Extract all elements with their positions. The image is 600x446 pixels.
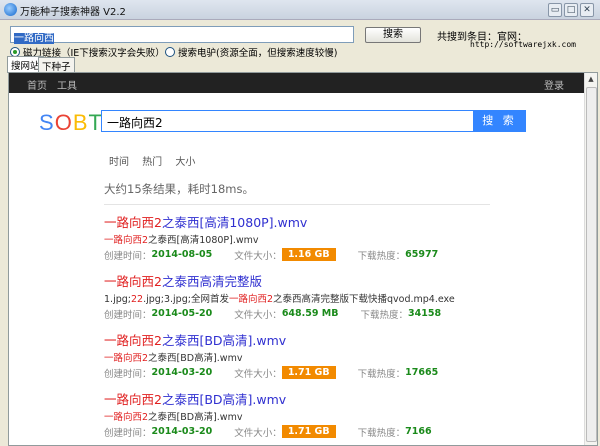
heat-label: 下载热度： bbox=[360, 309, 408, 321]
heat-label: 下载热度： bbox=[357, 427, 406, 439]
scroll-thumb[interactable] bbox=[586, 87, 597, 442]
result-item: 一路向西2之泰西[BD高清].wmv 一路向西2之泰西[BD高清].wmv 创建时间… bbox=[104, 330, 524, 380]
logo-letter: S bbox=[39, 110, 55, 135]
result-description: 一路向西2之泰西[BD高清].wmv bbox=[104, 350, 524, 364]
title-segment: 之泰西[BD高清].wmv bbox=[161, 333, 287, 348]
description-segment: 一路向西2 bbox=[104, 235, 149, 246]
result-meta: 创建时间： 2014-03-20 文件大小： 1.71 GB 下载热度： 7166 bbox=[104, 424, 524, 439]
official-site-link[interactable]: http://softwarejxk.com bbox=[470, 40, 576, 49]
created-label: 创建时间： bbox=[104, 368, 152, 380]
keyword-value: 一路向西 bbox=[14, 33, 54, 44]
maximize-button[interactable]: □ bbox=[564, 3, 578, 17]
result-meta: 创建时间： 2014-08-05 文件大小： 1.16 GB 下载热度： 65977 bbox=[104, 247, 524, 262]
result-meta: 创建时间： 2014-03-20 文件大小： 1.71 GB 下载热度： 17665 bbox=[104, 365, 524, 380]
sort-filters: 时间 热门 大小 bbox=[109, 153, 205, 168]
size-label: 文件大小： bbox=[234, 250, 282, 262]
filter-hot[interactable]: 热门 bbox=[142, 157, 162, 168]
description-segment: 之泰西高清完整版下载快播qvod.mp4.exe bbox=[273, 294, 455, 305]
window-title: 万能种子搜索神器 V2.2 bbox=[20, 7, 126, 18]
description-segment: 22 bbox=[130, 294, 144, 305]
created-label: 创建时间： bbox=[104, 250, 152, 262]
radio-label: 搜索电驴(资源全面，但搜索速度较慢) bbox=[178, 48, 338, 59]
title-segment: 之泰西高清完整版 bbox=[161, 274, 262, 289]
created-label: 创建时间： bbox=[104, 427, 152, 439]
scrollbar[interactable]: ▲ bbox=[584, 73, 597, 445]
app-icon bbox=[4, 3, 17, 16]
filter-time[interactable]: 时间 bbox=[109, 157, 129, 168]
result-item: 一路向西2之泰西高清完整版 1.jpg;22.jpg;3.jpg;全网首发一路向西… bbox=[104, 271, 524, 321]
description-segment: 之泰西[BD高清].wmv bbox=[148, 412, 243, 423]
keyword-input[interactable]: 一路向西 bbox=[10, 26, 354, 44]
nav-home[interactable]: 首页 bbox=[27, 77, 47, 92]
divider bbox=[104, 204, 490, 205]
radio-icon bbox=[165, 47, 175, 57]
description-segment: 一路向西2 bbox=[104, 353, 149, 364]
site-search-button[interactable]: 搜 索 bbox=[473, 110, 526, 132]
title-bar: 万能种子搜索神器 V2.2 ▭ □ ✕ bbox=[0, 0, 600, 20]
web-view: 首页 工具 登录 ▲ SOBT 一路向西2 搜 索 时间 热门 大小 大约15条… bbox=[8, 72, 598, 446]
mode-edonkey-radio[interactable]: 搜索电驴(资源全面，但搜索速度较慢) bbox=[165, 45, 337, 59]
created-label: 创建时间： bbox=[104, 309, 152, 321]
sobt-logo[interactable]: SOBT bbox=[39, 110, 103, 136]
download-heat: 34158 bbox=[408, 308, 442, 319]
description-segment: 1.jpg; bbox=[104, 294, 131, 305]
title-segment: 之泰西[高清1080P].wmv bbox=[161, 215, 308, 230]
title-segment: 一路向西2 bbox=[104, 333, 162, 348]
tab-download-torrent[interactable]: 下种子 bbox=[38, 57, 75, 73]
download-heat: 17665 bbox=[405, 367, 439, 378]
file-size: 1.16 GB bbox=[281, 248, 336, 261]
result-item: 一路向西2之泰西[BD高清].wmv 一路向西2之泰西[BD高清].wmv 创建时间… bbox=[104, 389, 524, 439]
created-date: 2014-03-20 bbox=[151, 426, 213, 437]
site-search-input[interactable]: 一路向西2 bbox=[101, 110, 474, 132]
close-button[interactable]: ✕ bbox=[580, 3, 594, 17]
result-item: 一路向西2之泰西[高清1080P].wmv 一路向西2之泰西[高清1080P].w… bbox=[104, 212, 524, 262]
logo-letter: O bbox=[54, 110, 73, 135]
nav-login[interactable]: 登录 bbox=[544, 77, 564, 92]
size-label: 文件大小： bbox=[234, 427, 282, 439]
search-button[interactable]: 搜索 bbox=[365, 27, 421, 43]
created-date: 2014-03-20 bbox=[151, 367, 213, 378]
description-segment: 之泰西[BD高清].wmv bbox=[148, 353, 243, 364]
title-segment: 之泰西[BD高清].wmv bbox=[161, 392, 287, 407]
title-segment: 一路向西2 bbox=[104, 392, 162, 407]
nav-tools[interactable]: 工具 bbox=[57, 77, 77, 92]
title-segment: 一路向西2 bbox=[104, 274, 162, 289]
result-description: 一路向西2之泰西[高清1080P].wmv bbox=[104, 232, 524, 246]
result-description: 一路向西2之泰西[BD高清].wmv bbox=[104, 409, 524, 423]
result-meta: 创建时间： 2014-05-20 文件大小： 648.59 MB 下载热度： 34158 bbox=[104, 306, 524, 321]
created-date: 2014-08-05 bbox=[151, 249, 213, 260]
description-segment: 一路向西2 bbox=[104, 412, 149, 423]
minimize-button[interactable]: ▭ bbox=[548, 3, 562, 17]
scroll-up-icon[interactable]: ▲ bbox=[585, 73, 597, 86]
download-heat: 65977 bbox=[405, 249, 439, 260]
result-count: 大约15条结果，耗时18ms。 bbox=[104, 182, 254, 196]
created-date: 2014-05-20 bbox=[151, 308, 213, 319]
logo-letter: B bbox=[72, 110, 89, 135]
description-segment: .jpg;3.jpg;全网首发 bbox=[143, 294, 229, 305]
result-title-link[interactable]: 一路向西2之泰西高清完整版 bbox=[104, 271, 524, 289]
title-segment: 一路向西2 bbox=[104, 215, 162, 230]
description-segment: 一路向西2 bbox=[228, 294, 273, 305]
download-heat: 7166 bbox=[405, 426, 432, 437]
filter-size[interactable]: 大小 bbox=[175, 157, 195, 168]
top-nav: 首页 工具 登录 bbox=[9, 73, 585, 93]
result-title-link[interactable]: 一路向西2之泰西[高清1080P].wmv bbox=[104, 212, 524, 230]
result-title-link[interactable]: 一路向西2之泰西[BD高清].wmv bbox=[104, 330, 524, 348]
result-title-link[interactable]: 一路向西2之泰西[BD高清].wmv bbox=[104, 389, 524, 407]
description-segment: 之泰西[高清1080P].wmv bbox=[148, 235, 259, 246]
heat-label: 下载热度： bbox=[357, 368, 406, 380]
file-size: 1.71 GB bbox=[281, 366, 336, 379]
file-size: 1.71 GB bbox=[281, 425, 336, 438]
heat-label: 下载热度： bbox=[357, 250, 406, 262]
size-label: 文件大小： bbox=[234, 309, 282, 321]
result-description: 1.jpg;22.jpg;3.jpg;全网首发一路向西2之泰西高清完整版下载快播… bbox=[104, 291, 524, 305]
file-size: 648.59 MB bbox=[281, 308, 339, 319]
size-label: 文件大小： bbox=[234, 368, 282, 380]
